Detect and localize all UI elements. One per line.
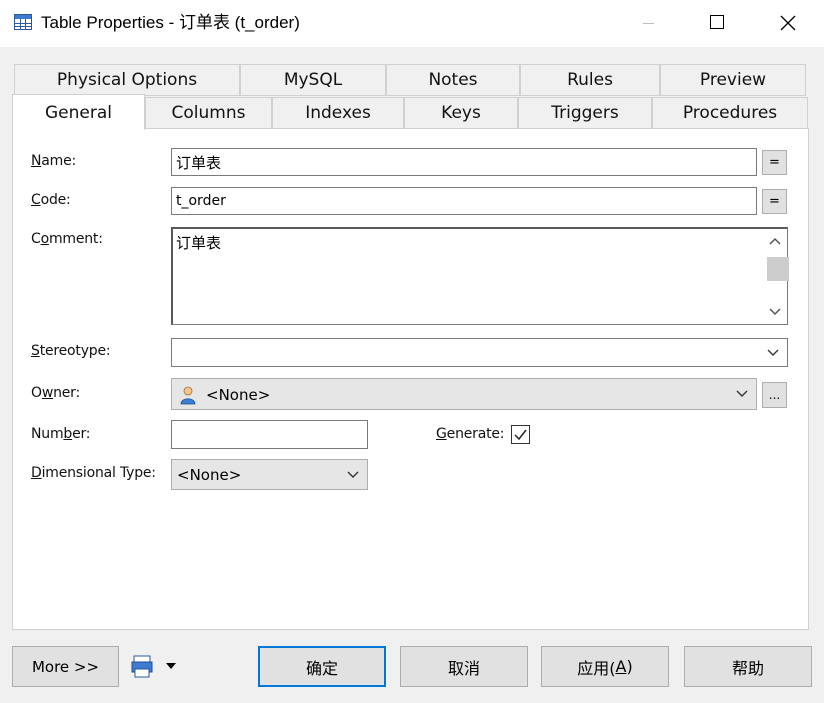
help-button[interactable]: 帮助: [684, 646, 812, 687]
print-menu-button[interactable]: [131, 654, 179, 680]
tab-columns[interactable]: Columns: [145, 97, 272, 129]
tab-mysql[interactable]: MySQL: [240, 64, 386, 96]
chevron-down-icon: [736, 390, 748, 397]
scroll-down-icon[interactable]: [769, 308, 781, 316]
stereotype-combo[interactable]: [171, 338, 788, 367]
tab-triggers[interactable]: Triggers: [518, 97, 652, 129]
number-input[interactable]: [171, 420, 368, 449]
owner-combo[interactable]: <None>: [171, 378, 757, 410]
owner-value: <None>: [206, 386, 271, 404]
scroll-up-icon[interactable]: [769, 237, 781, 245]
dimensional-type-label: Dimensional Type:: [31, 465, 156, 481]
name-input[interactable]: 订单表: [171, 148, 757, 176]
generate-label: Generate:: [436, 426, 505, 442]
ok-button[interactable]: 确定: [258, 646, 386, 687]
tab-general[interactable]: General: [12, 94, 145, 130]
minimize-button[interactable]: [625, 0, 671, 47]
table-icon: [14, 14, 32, 30]
name-label: Name:: [31, 153, 77, 169]
generate-checkbox[interactable]: [511, 425, 530, 444]
code-input[interactable]: t_order: [171, 187, 757, 215]
printer-icon: [131, 655, 176, 678]
dimensional-type-value: <None>: [177, 465, 242, 484]
comment-text: 订单表: [176, 234, 222, 252]
dimensional-type-combo[interactable]: <None>: [171, 459, 368, 490]
close-icon: [780, 15, 796, 31]
tab-notes[interactable]: Notes: [386, 64, 520, 96]
comment-scrollbar[interactable]: [763, 229, 789, 324]
tab-keys[interactable]: Keys: [404, 97, 518, 129]
stereotype-label: Stereotype:: [31, 343, 111, 359]
close-button[interactable]: [765, 0, 811, 47]
tab-preview[interactable]: Preview: [660, 64, 806, 96]
more-button[interactable]: More >>: [12, 646, 119, 687]
chevron-down-icon: [347, 471, 359, 478]
chevron-down-icon: [767, 349, 779, 356]
owner-label: Owner:: [31, 385, 81, 401]
name-equals-button[interactable]: =: [762, 150, 787, 175]
tab-procedures[interactable]: Procedures: [652, 97, 808, 129]
code-equals-button[interactable]: =: [762, 189, 787, 214]
maximize-button[interactable]: [694, 0, 740, 47]
scroll-thumb[interactable]: [767, 257, 789, 281]
tab-indexes[interactable]: Indexes: [272, 97, 404, 129]
cancel-button[interactable]: 取消: [400, 646, 528, 687]
code-label: Code:: [31, 192, 71, 208]
tab-physical-options[interactable]: Physical Options: [14, 64, 240, 96]
check-icon: [514, 429, 527, 441]
number-label: Number:: [31, 426, 91, 442]
window-title: Table Properties - 订单表 (t_order): [41, 13, 300, 32]
comment-label: Comment:: [31, 231, 103, 247]
tab-rules[interactable]: Rules: [520, 64, 660, 96]
title-bar: Table Properties - 订单表 (t_order): [0, 0, 824, 47]
comment-textarea[interactable]: 订单表: [171, 227, 789, 325]
apply-button[interactable]: 应用(A): [541, 646, 669, 687]
owner-browse-button[interactable]: ...: [762, 382, 787, 408]
user-icon: [180, 386, 196, 405]
